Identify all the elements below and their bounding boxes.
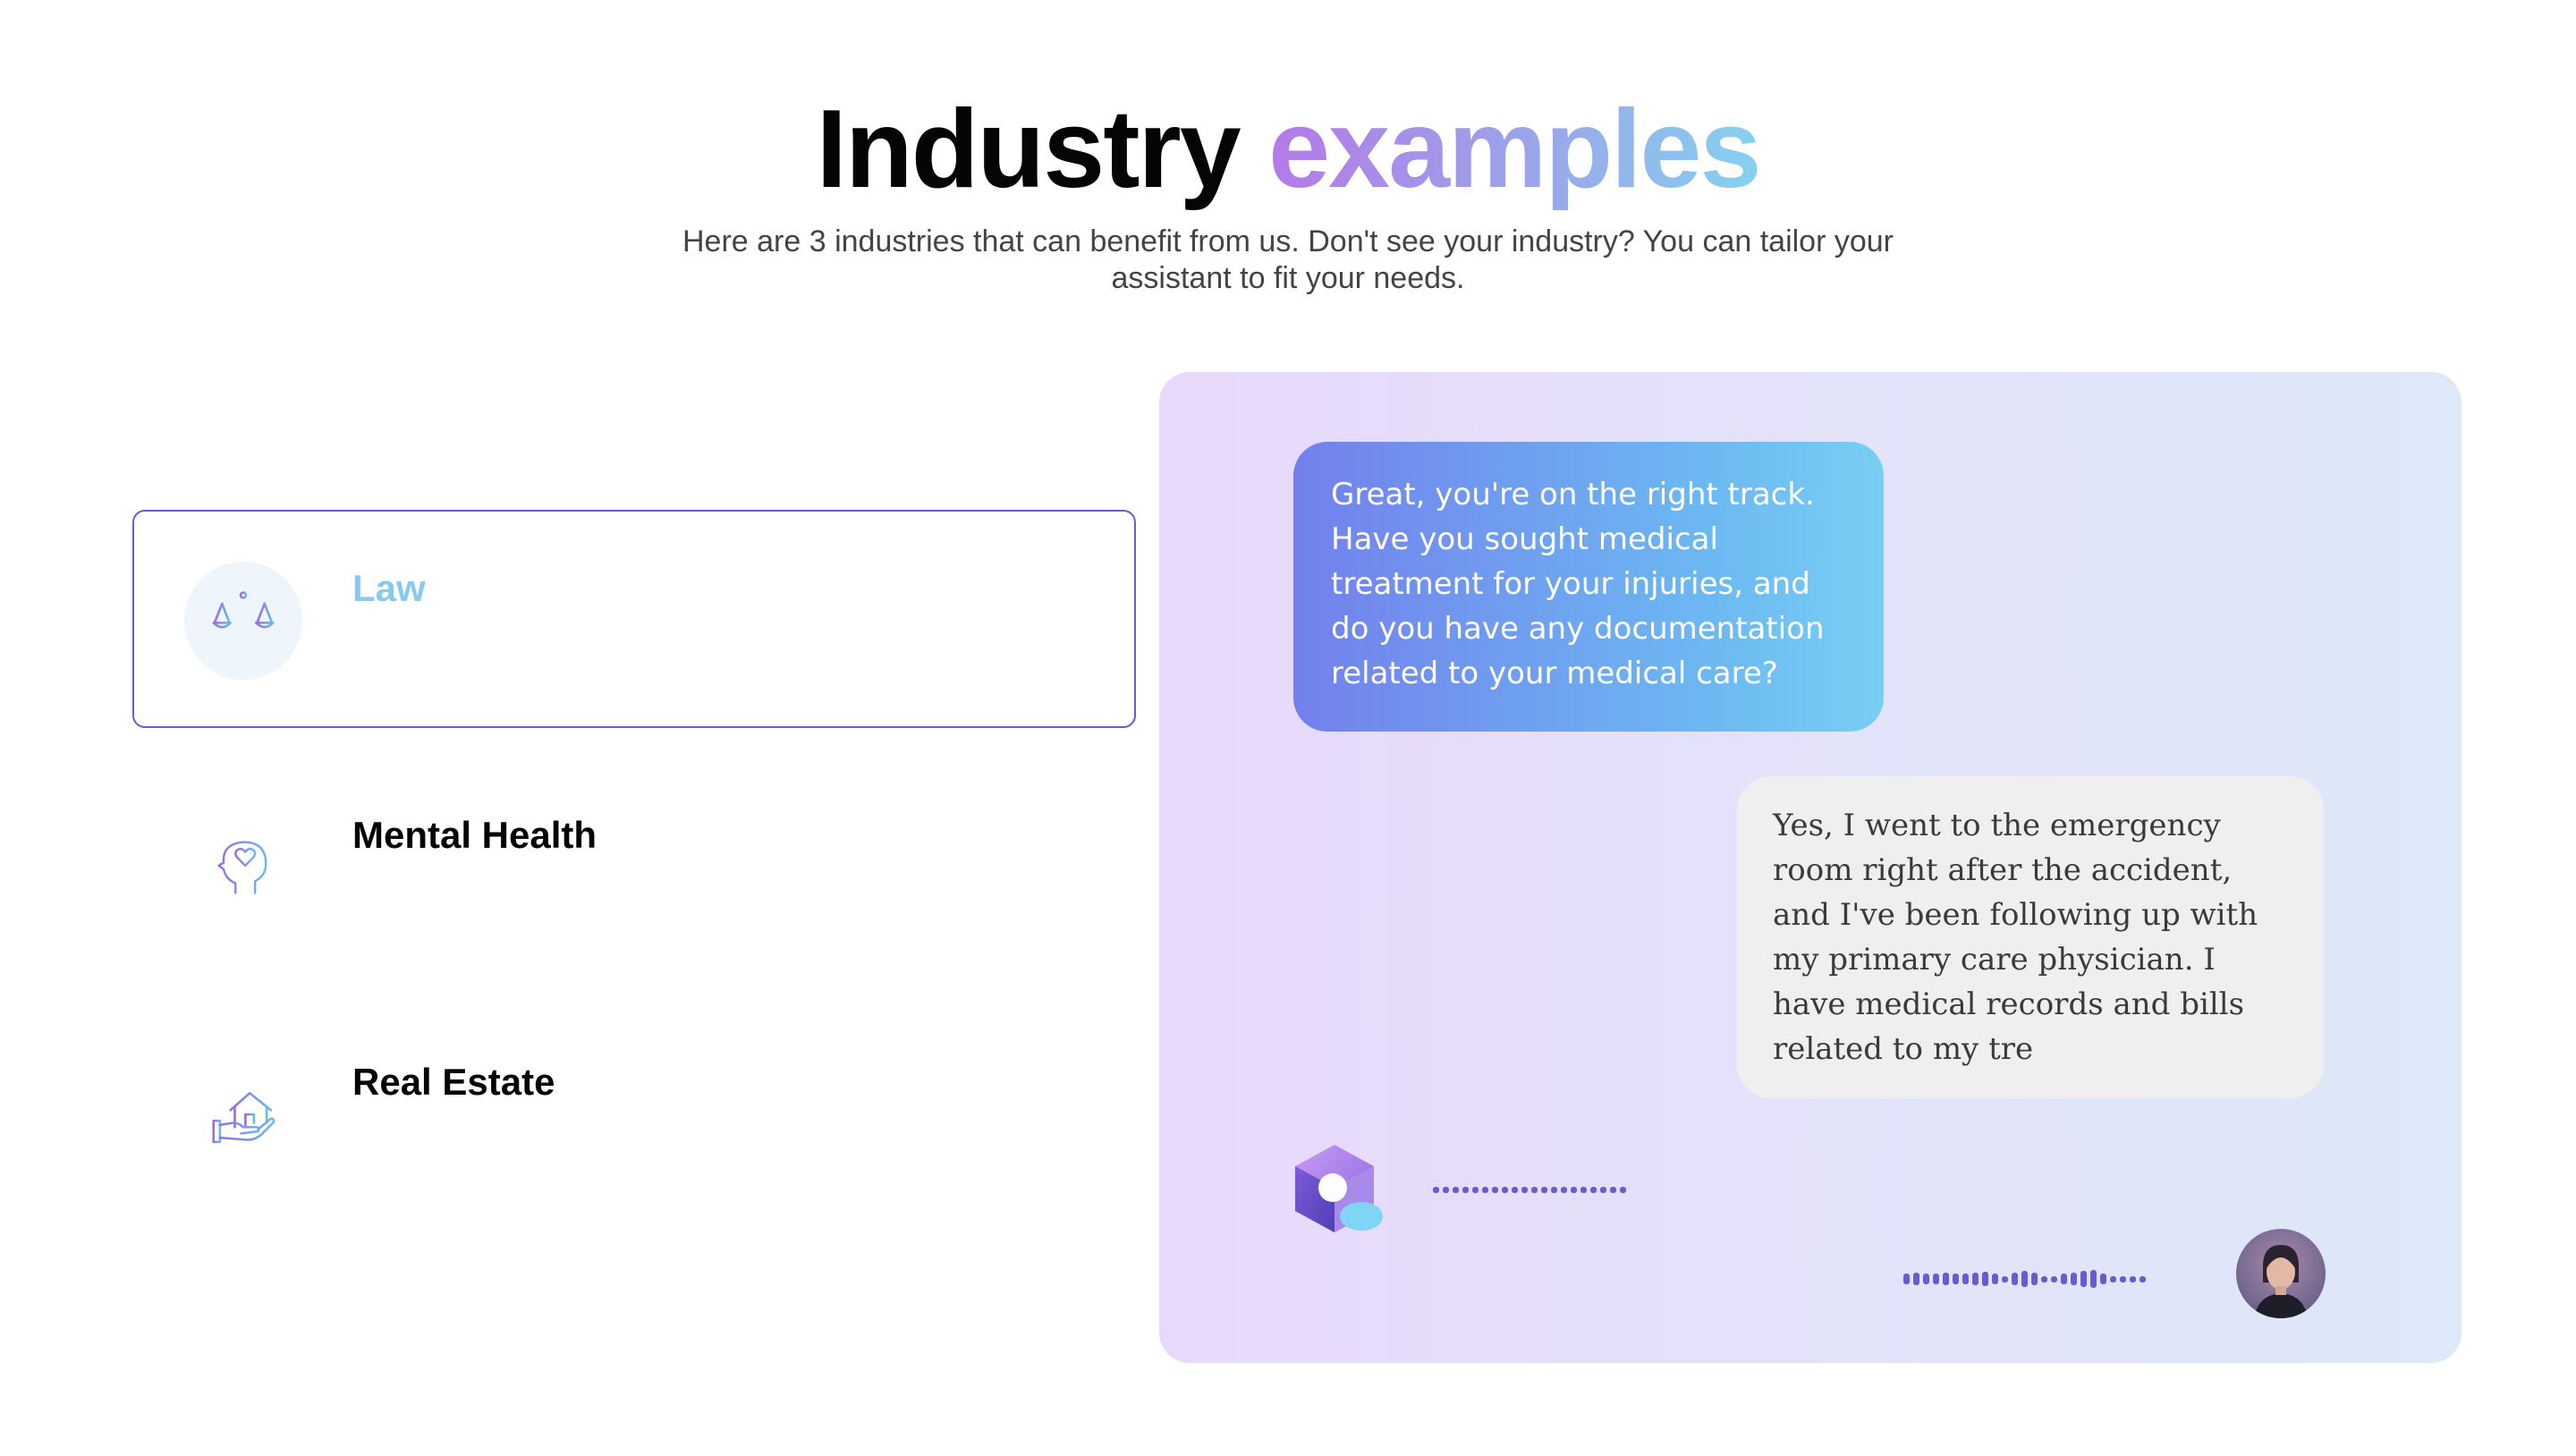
- waveform-bar: [1933, 1274, 1939, 1284]
- waveform-bar: [2071, 1273, 2077, 1285]
- waveform-bar: [1462, 1186, 1469, 1193]
- waveform-bar: [1502, 1186, 1508, 1193]
- waveform-bar: [1472, 1186, 1479, 1193]
- waveform-bar: [1492, 1186, 1498, 1193]
- waveform-bar: [2051, 1275, 2057, 1282]
- waveform-bar: [1521, 1186, 1528, 1193]
- waveform-bar: [2012, 1273, 2018, 1285]
- waveform-bar: [2110, 1275, 2116, 1282]
- waveform-bar: [2031, 1273, 2038, 1285]
- head-heart-icon: [184, 808, 302, 927]
- waveform-bar: [1903, 1274, 1910, 1284]
- bot-message-bubble: Great, you're on the right track. Have y…: [1293, 442, 1884, 732]
- waveform-bar: [1531, 1186, 1538, 1193]
- industry-label-mental-health: Mental Health: [352, 814, 597, 856]
- waveform-bar: [1551, 1186, 1557, 1193]
- waveform-bar: [1923, 1274, 1929, 1284]
- waveform-bar: [1913, 1273, 1919, 1285]
- waveform-bar: [2080, 1271, 2087, 1287]
- section-subtitle: Here are 3 industries that can benefit f…: [682, 224, 1894, 295]
- waveform-bar: [2120, 1275, 2126, 1282]
- chat-preview-panel: Great, you're on the right track. Have y…: [1159, 372, 2462, 1363]
- waveform-bar: [1943, 1273, 1949, 1285]
- waveform-bar: [1561, 1186, 1567, 1193]
- waveform-bar: [2130, 1275, 2136, 1282]
- bot-audio-waveform-icon: [1433, 1179, 1626, 1200]
- waveform-bar: [1962, 1274, 1969, 1284]
- user-message-bubble: Yes, I went to the emergency room right …: [1737, 776, 2324, 1098]
- title-main: Industry: [816, 88, 1241, 211]
- industry-examples-section: Industry examples Here are 3 industries …: [0, 0, 2576, 1456]
- waveform-bar: [2002, 1275, 2008, 1282]
- industry-item-law[interactable]: Law: [132, 510, 1136, 728]
- waveform-bar: [1443, 1186, 1449, 1193]
- user-audio-waveform-icon: [1903, 1266, 2146, 1291]
- industry-label-real-estate: Real Estate: [352, 1061, 555, 1103]
- waveform-bar: [1992, 1274, 1998, 1284]
- waveform-bar: [1953, 1274, 1959, 1284]
- waveform-bar: [1620, 1186, 1626, 1193]
- waveform-bar: [1590, 1186, 1597, 1193]
- waveform-bar: [1972, 1273, 1979, 1285]
- waveform-bar: [2041, 1275, 2047, 1282]
- waveform-bar: [1482, 1186, 1488, 1193]
- waveform-bar: [2140, 1275, 2146, 1282]
- industry-label-law: Law: [352, 567, 426, 609]
- title-accent: examples: [1268, 88, 1761, 211]
- scales-icon: [184, 562, 302, 680]
- waveform-bar: [2090, 1270, 2097, 1288]
- waveform-bar: [1433, 1186, 1439, 1193]
- waveform-bar: [1453, 1186, 1459, 1193]
- waveform-bar: [1580, 1186, 1587, 1193]
- assistant-logo-icon: [1290, 1143, 1386, 1236]
- waveform-bar: [1571, 1186, 1577, 1193]
- waveform-bar: [1610, 1186, 1616, 1193]
- industry-item-real-estate[interactable]: Real Estate: [132, 1003, 1136, 1222]
- waveform-bar: [1600, 1186, 1606, 1193]
- waveform-bar: [1512, 1186, 1518, 1193]
- house-hand-icon: [184, 1055, 302, 1173]
- waveform-bar: [2100, 1274, 2106, 1284]
- user-avatar: [2236, 1229, 2326, 1318]
- section-title: Industry examples: [0, 82, 2576, 216]
- waveform-bar: [2061, 1274, 2067, 1284]
- waveform-bar: [1982, 1272, 1988, 1286]
- waveform-bar: [1541, 1186, 1547, 1193]
- waveform-bar: [2021, 1271, 2028, 1287]
- industry-item-mental-health[interactable]: Mental Health: [132, 757, 1136, 975]
